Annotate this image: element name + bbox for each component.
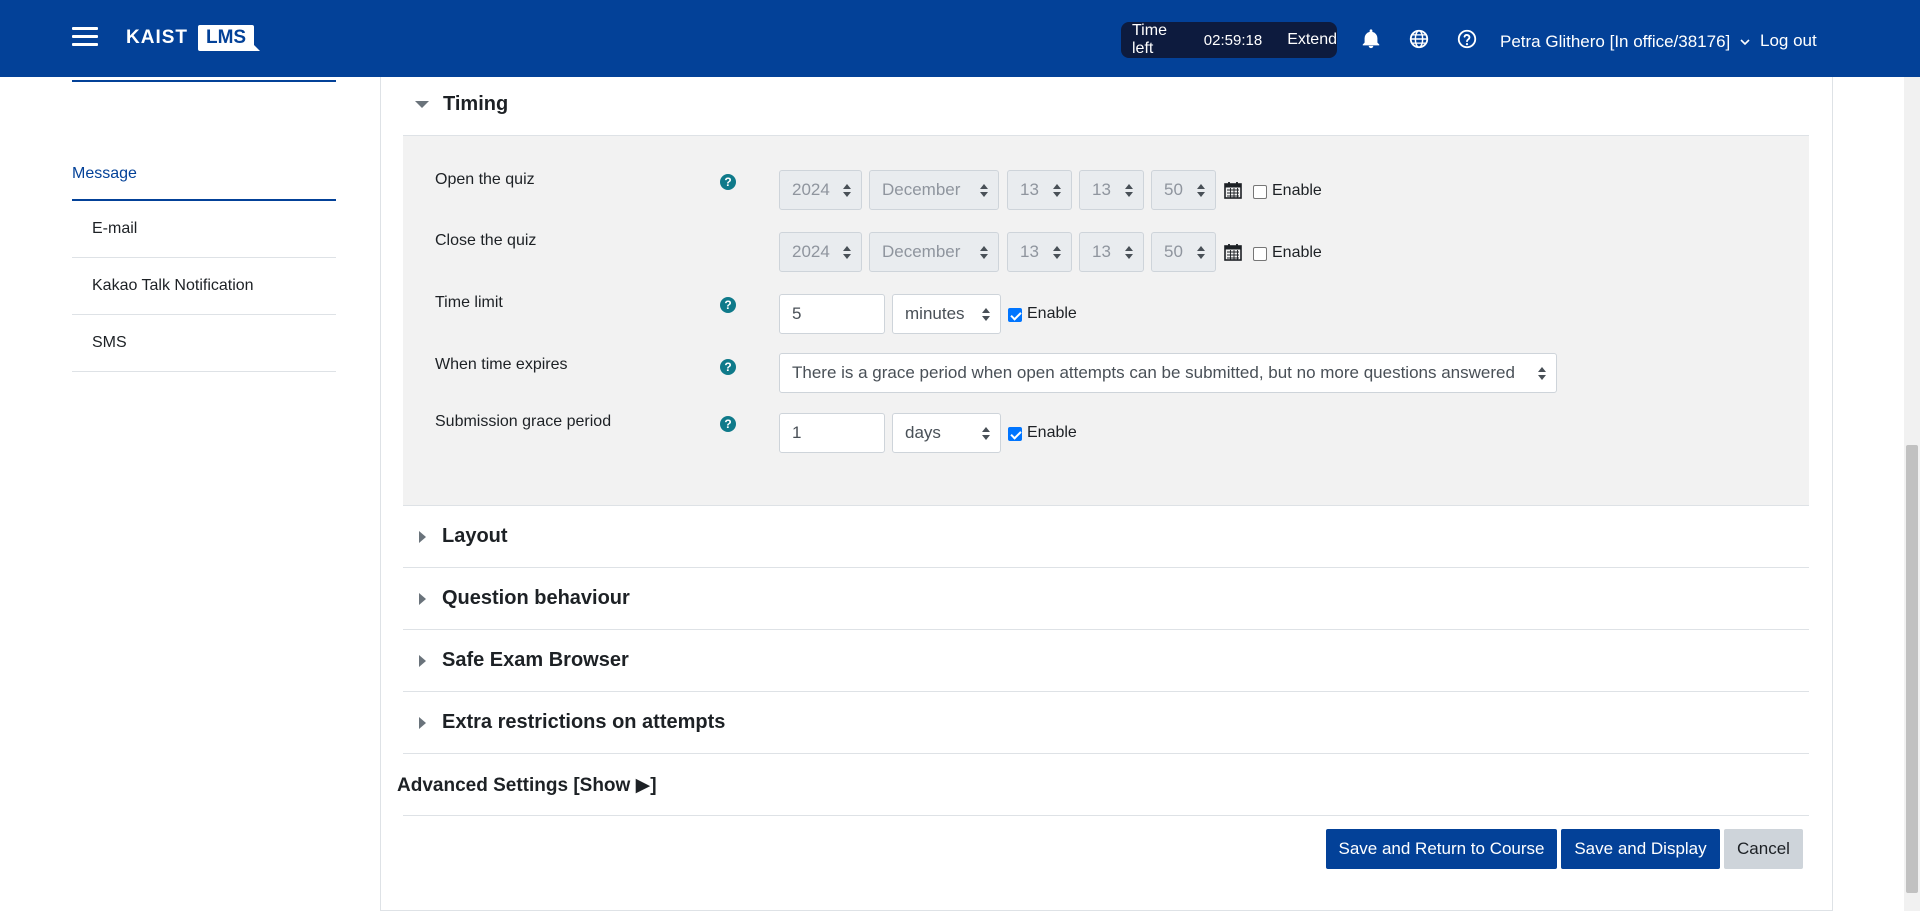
extend-button[interactable]: Extend: [1287, 31, 1337, 49]
time-limit-enable-label: Enable: [1027, 305, 1077, 322]
section-title: Safe Exam Browser: [442, 649, 629, 671]
calendar-icon[interactable]: [1224, 181, 1242, 199]
caret-right-icon: [419, 654, 426, 667]
kaist-lms-logo[interactable]: KAIST LMS: [126, 22, 261, 54]
save-and-return-button[interactable]: Save and Return to Course: [1326, 829, 1557, 869]
help-icon[interactable]: ?: [720, 416, 736, 432]
grace-period-label: Submission grace period: [435, 413, 612, 430]
logout-link[interactable]: Log out: [1760, 31, 1817, 51]
grace-period-unit-value: days: [905, 423, 941, 442]
open-quiz-label: Open the quiz: [435, 171, 535, 188]
close-day-value: 13: [1020, 242, 1039, 261]
open-hour-value: 13: [1092, 180, 1111, 199]
caret-right-icon: [419, 592, 426, 605]
close-quiz-label: Close the quiz: [435, 232, 537, 249]
top-navbar: KAIST LMS Time left 02:59:18 Extend Petr…: [0, 0, 1920, 77]
section-title: Timing: [443, 93, 509, 115]
section-layout-header[interactable]: Layout: [403, 506, 1809, 568]
open-enable-label: Enable: [1272, 182, 1322, 199]
cancel-button[interactable]: Cancel: [1724, 829, 1803, 869]
time-left-widget: Time left 02:59:18 Extend: [1121, 22, 1337, 58]
time-limit-label: Time limit: [435, 294, 503, 311]
help-icon[interactable]: ?: [720, 174, 736, 190]
help-icon[interactable]: ?: [720, 359, 736, 375]
hamburger-menu-icon[interactable]: [72, 27, 98, 47]
caret-right-icon: [419, 716, 426, 729]
help-circle-icon[interactable]: [1456, 28, 1478, 50]
open-minute-select[interactable]: 50: [1151, 170, 1216, 210]
close-year-select[interactable]: 2024: [779, 232, 862, 272]
globe-icon[interactable]: [1408, 28, 1430, 50]
section-title: Question behaviour: [442, 587, 630, 609]
section-timing-header[interactable]: Timing: [403, 74, 1809, 136]
section-safe-exam-header[interactable]: Safe Exam Browser: [403, 630, 1809, 692]
close-day-select[interactable]: 13: [1007, 232, 1072, 272]
sidebar-item-kakao[interactable]: Kakao Talk Notification: [72, 258, 336, 315]
when-expires-value: There is a grace period when open attemp…: [792, 363, 1515, 382]
user-menu[interactable]: Petra Glithero [In office/38176]: [1500, 32, 1750, 52]
open-month-value: December: [882, 180, 961, 199]
caret-down-icon: [415, 101, 429, 108]
section-question-behaviour-header[interactable]: Question behaviour: [403, 568, 1809, 630]
sidebar-item-email[interactable]: E-mail: [72, 201, 336, 258]
open-day-select[interactable]: 13: [1007, 170, 1072, 210]
user-name: Petra Glithero [In office/38176]: [1500, 32, 1731, 51]
section-extra-restrictions-header[interactable]: Extra restrictions on attempts: [403, 692, 1809, 754]
sidebar-item-sms[interactable]: SMS: [72, 315, 336, 372]
page-scrollbar-thumb[interactable]: [1906, 445, 1918, 893]
caret-right-icon: [419, 530, 426, 543]
grace-period-unit-select[interactable]: days: [892, 413, 1001, 453]
close-enable-checkbox[interactable]: [1253, 247, 1267, 261]
timer-value: 02:59:18: [1203, 31, 1263, 49]
chevron-down-icon: [1740, 39, 1750, 46]
time-limit-unit-select[interactable]: minutes: [892, 294, 1001, 334]
close-month-value: December: [882, 242, 961, 261]
grace-enable-checkbox[interactable]: [1008, 427, 1022, 441]
time-limit-enable-checkbox[interactable]: [1008, 308, 1022, 322]
time-limit-unit-value: minutes: [905, 304, 965, 323]
timer-label: Time left: [1132, 22, 1167, 57]
time-limit-input[interactable]: [779, 294, 885, 334]
open-enable-checkbox[interactable]: [1253, 185, 1267, 199]
when-expires-select[interactable]: There is a grace period when open attemp…: [779, 353, 1557, 393]
close-year-value: 2024: [792, 242, 830, 261]
advanced-settings-toggle[interactable]: Advanced Settings [Show ▶]: [397, 774, 657, 797]
close-hour-select[interactable]: 13: [1079, 232, 1144, 272]
divider: [403, 815, 1809, 816]
calendar-icon[interactable]: [1224, 243, 1242, 261]
section-title: Layout: [442, 525, 508, 547]
bell-icon[interactable]: [1360, 28, 1382, 50]
close-minute-value: 50: [1164, 242, 1183, 261]
close-month-select[interactable]: December: [869, 232, 999, 272]
open-day-value: 13: [1020, 180, 1039, 199]
logo-word: KAIST: [126, 27, 188, 48]
open-minute-value: 50: [1164, 180, 1183, 199]
open-year-select[interactable]: 2024: [779, 170, 862, 210]
sidebar-divider: [72, 80, 336, 82]
close-minute-select[interactable]: 50: [1151, 232, 1216, 272]
open-month-select[interactable]: December: [869, 170, 999, 210]
close-hour-value: 13: [1092, 242, 1111, 261]
grace-period-input[interactable]: [779, 413, 885, 453]
when-expires-label: When time expires: [435, 356, 568, 373]
sidebar-heading-message[interactable]: Message: [72, 165, 336, 201]
help-icon[interactable]: ?: [720, 297, 736, 313]
section-title: Extra restrictions on attempts: [442, 711, 726, 733]
grace-enable-label: Enable: [1027, 424, 1077, 441]
open-hour-select[interactable]: 13: [1079, 170, 1144, 210]
close-enable-label: Enable: [1272, 244, 1322, 261]
logo-box: LMS: [198, 25, 261, 51]
open-year-value: 2024: [792, 180, 830, 199]
save-and-display-button[interactable]: Save and Display: [1561, 829, 1720, 869]
